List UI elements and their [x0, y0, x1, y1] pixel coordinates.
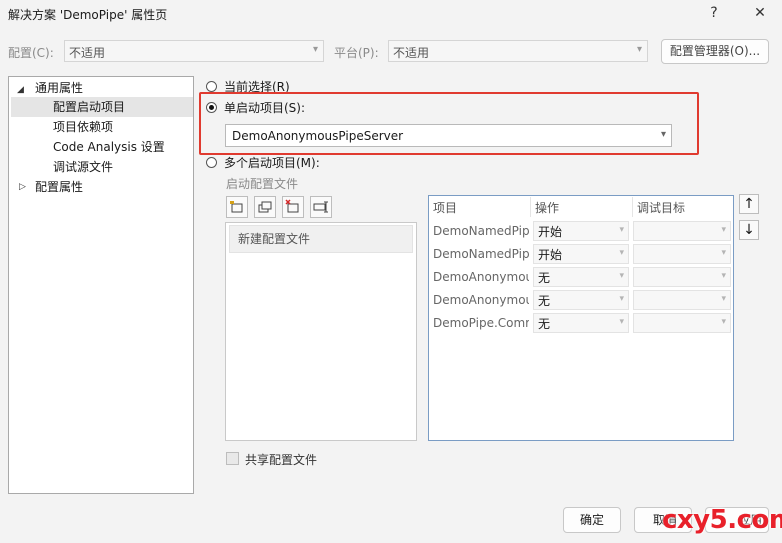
row-project[interactable]: DemoNamedPip — [433, 244, 529, 264]
chevron-down-icon: ▾ — [619, 225, 624, 235]
help-button[interactable]: ? — [702, 2, 726, 24]
profile-label: 启动配置文件 — [226, 177, 299, 191]
delete-profile-icon[interactable] — [282, 196, 304, 218]
platform-label: 平台(P): — [334, 46, 379, 60]
radio-multiple-startup[interactable] — [206, 157, 217, 168]
header-divider — [530, 197, 531, 217]
chevron-down-icon: ▾ — [721, 248, 726, 258]
collapse-arrow-icon: ◢ — [17, 85, 24, 95]
row-action-select[interactable]: 开始 ▾ — [533, 244, 629, 264]
chevron-down-icon: ▾ — [721, 317, 726, 327]
header-target: 调试目标 — [637, 201, 686, 215]
config-value: 不适用 — [69, 46, 106, 60]
title-bar: 解决方案 'DemoPipe' 属性页 ? ✕ — [0, 0, 782, 28]
tree-item-debug-source[interactable]: 调试源文件 — [53, 157, 113, 177]
header-project: 项目 — [433, 201, 458, 215]
projects-grid: 项目 操作 调试目标 DemoNamedPip 开始 ▾ ▾ DemoNamedP… — [428, 195, 734, 441]
row-project[interactable]: DemoNamedPip — [433, 221, 529, 241]
row-target-select[interactable]: ▾ — [633, 267, 731, 287]
chevron-down-icon: ▾ — [619, 317, 624, 327]
tree-item-common[interactable]: 通用属性 — [35, 78, 83, 98]
chevron-down-icon: ▾ — [660, 129, 666, 140]
header-action: 操作 — [535, 201, 560, 215]
row-project[interactable]: DemoPipe.Comr — [433, 313, 529, 333]
row-project[interactable]: DemoAnonymou — [433, 267, 529, 287]
move-up-icon[interactable]: ↑ — [739, 194, 759, 214]
row-action-value: 无 — [538, 271, 551, 285]
row-action-value: 无 — [538, 294, 551, 308]
property-tree: ◢ 通用属性 配置启动项目 项目依赖项 Code Analysis 设置 调试源… — [8, 76, 194, 494]
rename-profile-icon[interactable] — [310, 196, 332, 218]
chevron-down-icon: ▾ — [619, 294, 624, 304]
ok-button[interactable]: 确定 — [563, 507, 621, 533]
chevron-down-icon: ▾ — [619, 271, 624, 281]
share-profile-checkbox[interactable] — [226, 452, 239, 465]
chevron-down-icon: ▾ — [721, 294, 726, 304]
config-manager-button[interactable]: 配置管理器(O)... — [661, 39, 769, 64]
window-title: 解决方案 'DemoPipe' 属性页 — [8, 8, 168, 22]
single-startup-label: 单启动项目(S): — [224, 101, 306, 115]
row-target-select[interactable]: ▾ — [633, 244, 731, 264]
row-target-select[interactable]: ▾ — [633, 313, 731, 333]
row-action-value: 无 — [538, 317, 551, 331]
tree-item-code-analysis[interactable]: Code Analysis 设置 — [53, 137, 165, 157]
row-action-select[interactable]: 开始 ▾ — [533, 221, 629, 241]
site-watermark: cxy5.com — [662, 505, 782, 535]
config-label: 配置(C): — [8, 46, 54, 60]
expand-arrow-icon[interactable]: ▷ — [19, 177, 26, 197]
header-divider — [632, 197, 633, 217]
tree-expand-common[interactable]: ◢ — [17, 78, 24, 98]
chevron-down-icon: ▾ — [619, 248, 624, 258]
chevron-down-icon: ▾ — [636, 44, 642, 55]
close-icon[interactable]: ✕ — [748, 2, 772, 24]
tree-item-config-props[interactable]: 配置属性 — [35, 177, 83, 197]
chevron-down-icon: ▾ — [721, 225, 726, 235]
platform-select[interactable]: 不适用 ▾ — [388, 40, 648, 62]
share-profile-label: 共享配置文件 — [245, 453, 318, 467]
row-action-select[interactable]: 无 ▾ — [533, 313, 629, 333]
platform-value: 不适用 — [393, 46, 430, 60]
single-startup-select[interactable]: DemoAnonymousPipeServer ▾ — [225, 124, 672, 147]
radio-current-selection[interactable] — [206, 81, 217, 92]
row-action-value: 开始 — [538, 225, 563, 239]
chevron-down-icon: ▾ — [721, 271, 726, 281]
profile-list-item[interactable]: 新建配置文件 — [229, 225, 413, 253]
multiple-startup-label: 多个启动项目(M): — [224, 156, 320, 170]
config-select[interactable]: 不适用 ▾ — [64, 40, 324, 62]
radio-single-startup[interactable] — [206, 102, 217, 113]
row-project[interactable]: DemoAnonymou — [433, 290, 529, 310]
profile-list: 新建配置文件 — [225, 222, 417, 441]
row-action-select[interactable]: 无 ▾ — [533, 290, 629, 310]
row-target-select[interactable]: ▾ — [633, 221, 731, 241]
new-profile-icon[interactable] — [226, 196, 248, 218]
chevron-down-icon: ▾ — [312, 44, 318, 55]
single-startup-value: DemoAnonymousPipeServer — [232, 129, 404, 143]
row-target-select[interactable]: ▾ — [633, 290, 731, 310]
row-action-select[interactable]: 无 ▾ — [533, 267, 629, 287]
copy-profile-icon[interactable] — [254, 196, 276, 218]
tree-item-startup[interactable]: 配置启动项目 — [11, 97, 193, 117]
row-action-value: 开始 — [538, 248, 563, 262]
tree-item-deps[interactable]: 项目依赖项 — [53, 117, 113, 137]
move-down-icon[interactable]: ↓ — [739, 220, 759, 240]
